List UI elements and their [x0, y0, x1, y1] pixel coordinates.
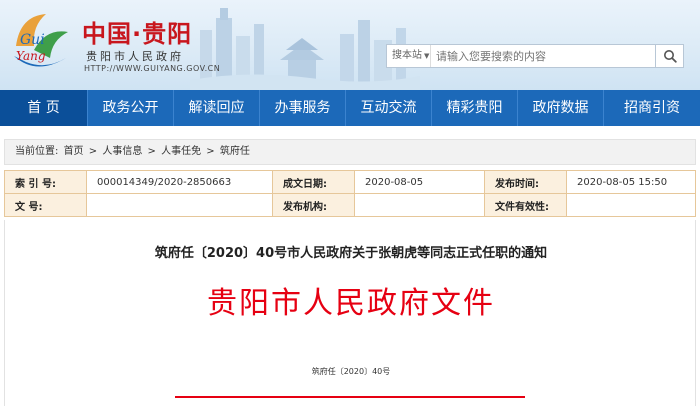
breadcrumb-appointments[interactable]: 人事任免 — [161, 146, 201, 157]
logo-lettering: Gui — [20, 32, 45, 48]
breadcrumb-home[interactable]: 首页 — [64, 146, 84, 157]
red-document-header: 贵阳市人民政府文件 — [207, 286, 495, 321]
created-date-value: 2020-08-05 — [354, 170, 485, 194]
red-divider — [175, 396, 525, 398]
document-number: 筑府任〔2020〕40号 — [311, 367, 391, 376]
publish-time-label: 发布时间: — [484, 170, 567, 194]
site-subtitle: 贵阳市人民政府 — [86, 50, 184, 63]
main-nav: 首 页 政务公开 解读回应 办事服务 互动交流 精彩贵阳 政府数据 招商引资 — [0, 90, 700, 126]
nav-item-splendid-guiyang[interactable]: 精彩贵阳 — [432, 90, 518, 126]
document-meta-table: 索 引 号: 000014349/2020-2850663 成文日期: 2020… — [4, 170, 696, 217]
document-content: 筑府任〔2020〕40号市人民政府关于张朝虎等同志正式任职的通知 贵阳市人民政府… — [4, 220, 696, 406]
breadcrumb-prefix: 当前位置: — [15, 146, 59, 157]
validity-value — [566, 193, 696, 217]
page-title: 筑府任〔2020〕40号市人民政府关于张朝虎等同志正式任职的通知 — [154, 246, 548, 261]
search-button[interactable] — [656, 44, 684, 68]
nav-item-home[interactable]: 首 页 — [0, 90, 88, 126]
search-box: 搜本站 ▼ — [386, 44, 656, 68]
breadcrumb-separator: > — [147, 146, 156, 157]
table-row: 索 引 号: 000014349/2020-2850663 成文日期: 2020… — [4, 170, 696, 194]
nav-item-interpretation[interactable]: 解读回应 — [174, 90, 260, 126]
nav-item-investment[interactable]: 招商引资 — [604, 90, 700, 126]
search-input[interactable] — [433, 45, 655, 67]
breadcrumb-personnel-info[interactable]: 人事信息 — [102, 146, 142, 157]
breadcrumb-separator: > — [88, 146, 98, 157]
created-date-label: 成文日期: — [272, 170, 355, 194]
nav-item-gov-affairs[interactable]: 政务公开 — [88, 90, 174, 126]
doc-number-value — [86, 193, 273, 217]
issuer-label: 发布机构: — [272, 193, 355, 217]
svg-text:Yang: Yang — [16, 49, 46, 63]
nav-item-services[interactable]: 办事服务 — [260, 90, 346, 126]
nav-item-interaction[interactable]: 互动交流 — [346, 90, 432, 126]
breadcrumb-separator: > — [206, 146, 215, 157]
index-value: 000014349/2020-2850663 — [86, 170, 273, 194]
site-url: HTTP://WWW.GUIYANG.GOV.CN — [84, 64, 221, 73]
search-scope-select[interactable]: 搜本站 ▼ — [387, 45, 431, 67]
publish-time-value: 2020-08-05 15:50 — [566, 170, 696, 194]
index-label: 索 引 号: — [4, 170, 87, 194]
validity-label: 文件有效性: — [484, 193, 567, 217]
site-header: Gui Yang 中国·贵阳 贵阳市人民政府 HTTP://WWW.GUIYAN… — [0, 0, 700, 90]
nav-item-gov-data[interactable]: 政府数据 — [518, 90, 604, 126]
search-icon — [663, 50, 677, 63]
guiyang-logo-icon: Gui Yang — [14, 14, 68, 67]
issuer-value — [354, 193, 485, 217]
doc-number-label: 文 号: — [4, 193, 87, 217]
site-title: 中国·贵阳 — [82, 20, 193, 48]
chevron-down-icon: ▼ — [424, 52, 430, 60]
search-scope-label: 搜本站 — [392, 50, 422, 61]
table-row: 文 号: 发布机构: 文件有效性: — [4, 193, 696, 217]
breadcrumb-current[interactable]: 筑府任 — [220, 146, 250, 157]
breadcrumb: 当前位置: 首页 > 人事信息 > 人事任免 > 筑府任 — [4, 139, 696, 165]
